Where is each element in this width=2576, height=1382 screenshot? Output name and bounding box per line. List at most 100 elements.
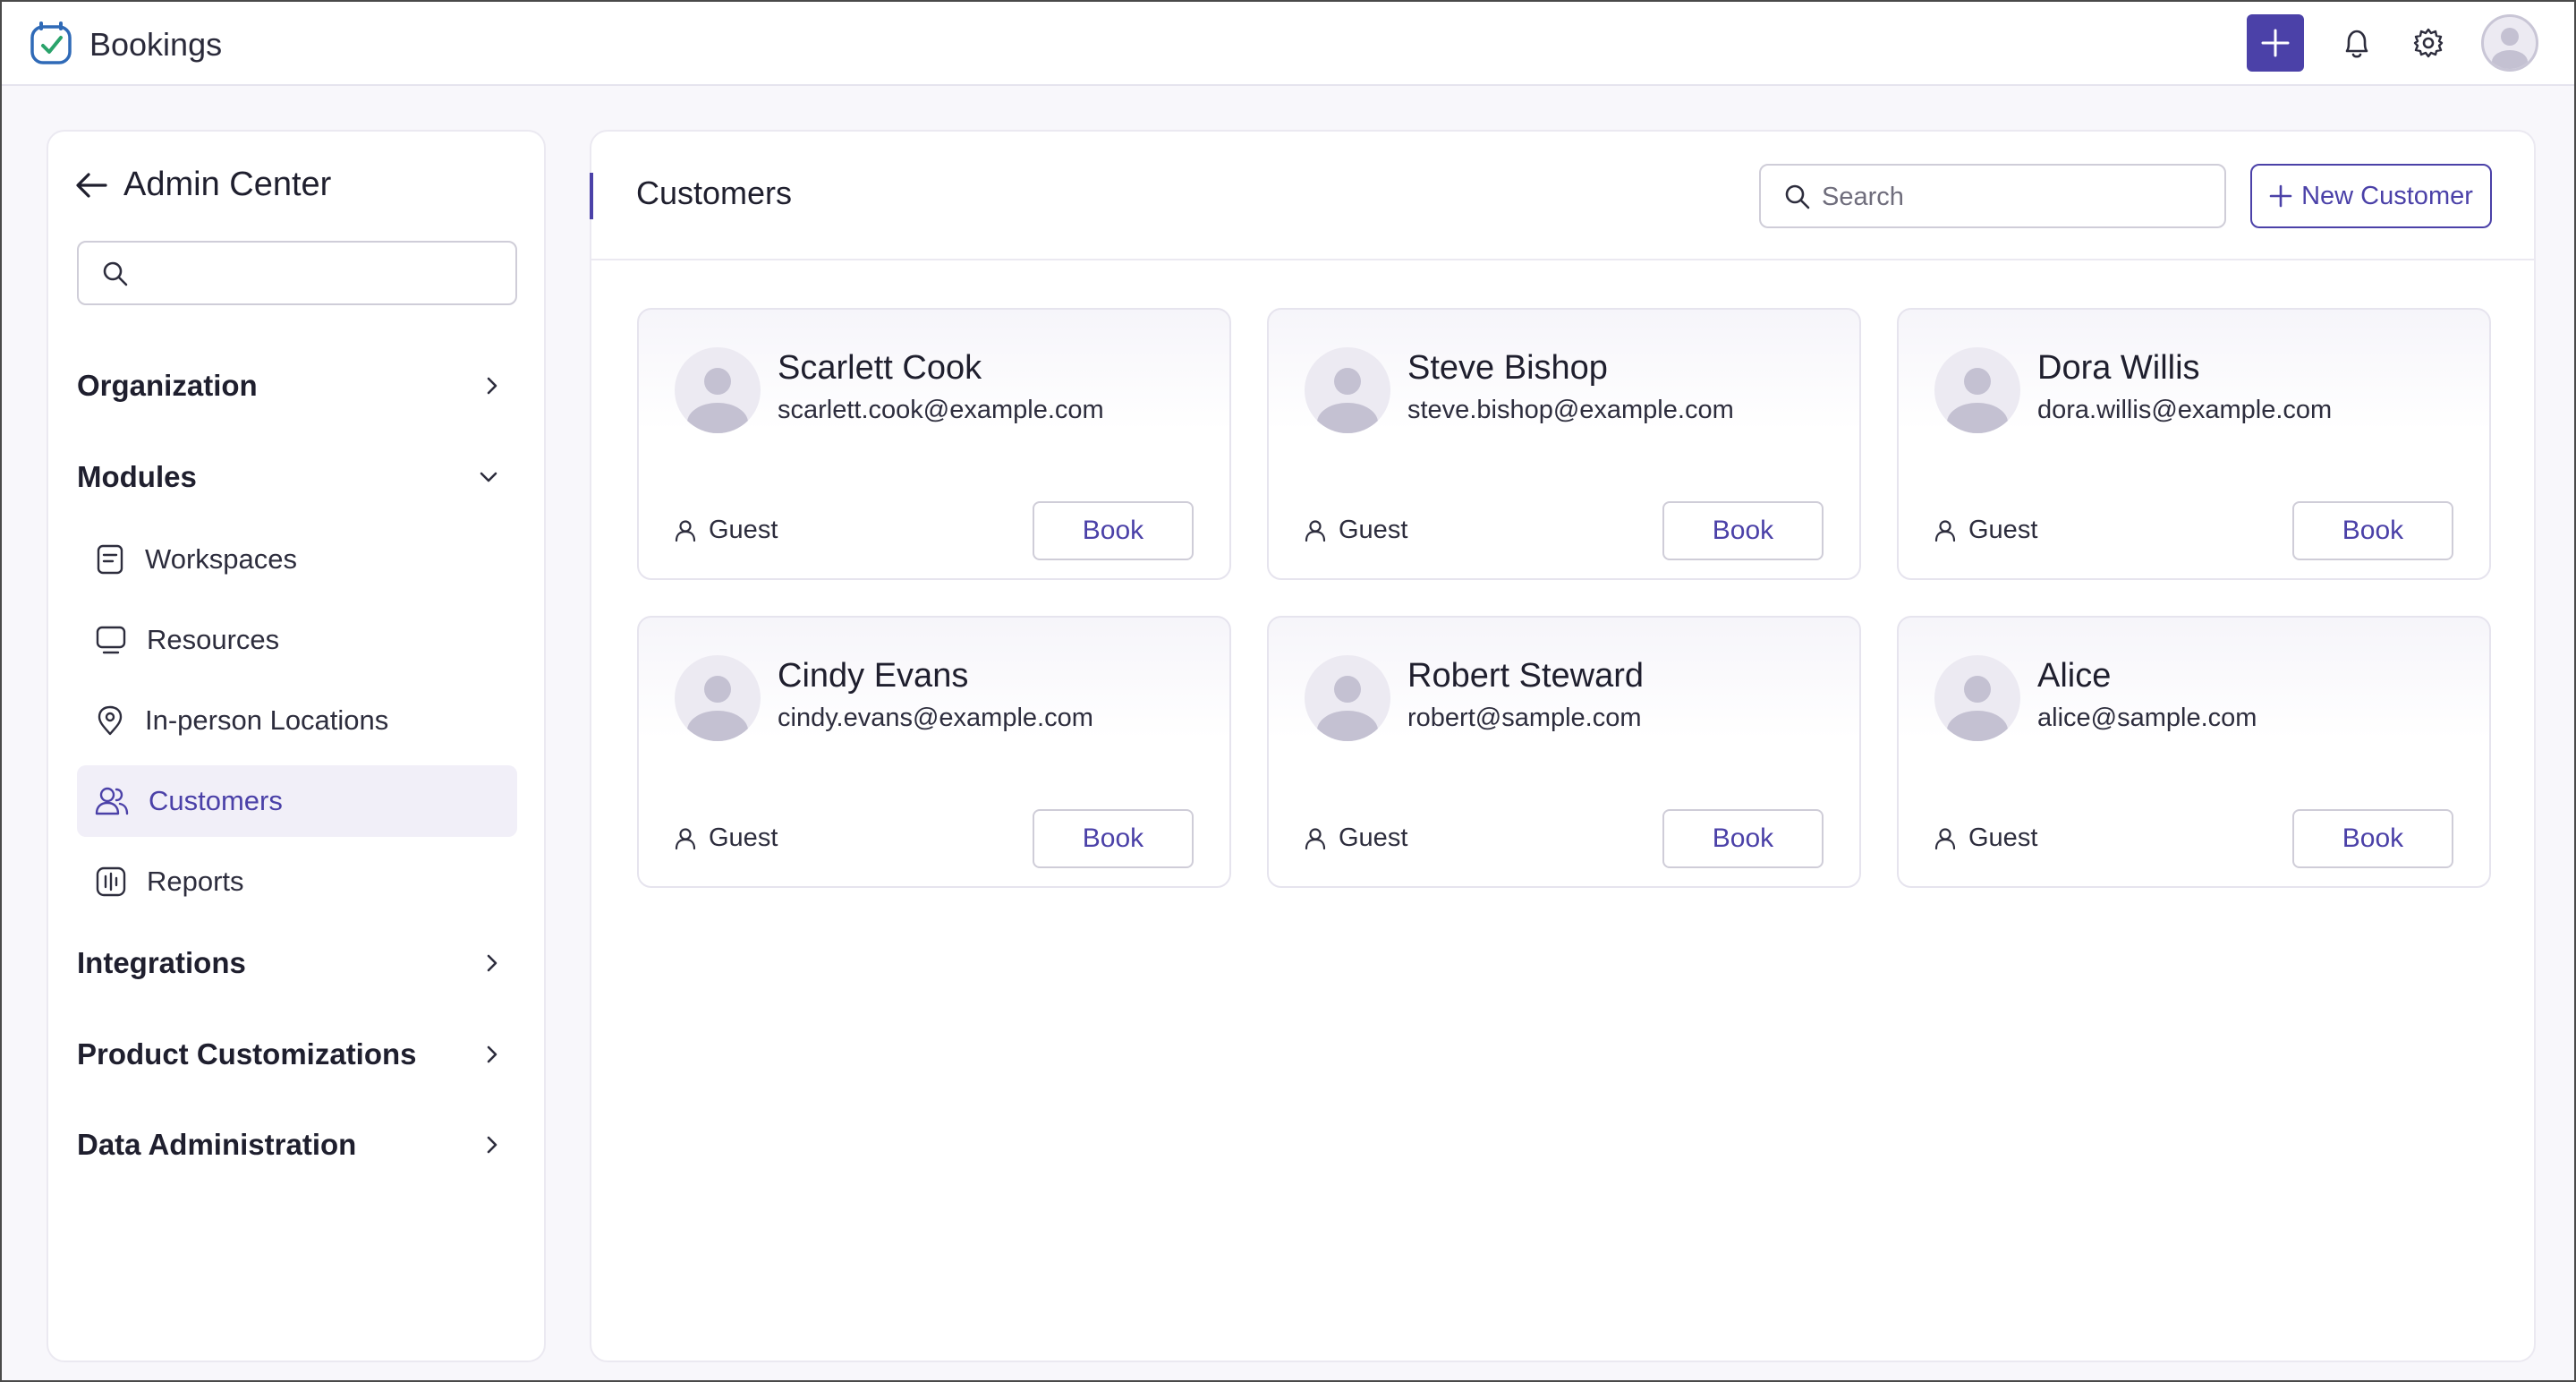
customer-card[interactable]: Steve Bishop steve.bishop@example.com Gu… bbox=[1267, 308, 1861, 580]
user-icon bbox=[1305, 519, 1326, 542]
book-button[interactable]: Book bbox=[1662, 501, 1824, 560]
user-avatar[interactable] bbox=[2481, 14, 2538, 72]
user-icon bbox=[1934, 519, 1956, 542]
app-title: Bookings bbox=[89, 25, 223, 63]
customer-email: steve.bishop@example.com bbox=[1407, 396, 1734, 424]
bookings-logo-icon bbox=[29, 18, 73, 71]
role-label: Guest bbox=[709, 516, 778, 544]
new-customer-label: New Customer bbox=[2301, 181, 2473, 210]
user-avatar-icon bbox=[1947, 368, 2008, 433]
role-label: Guest bbox=[1339, 516, 1408, 544]
search-icon bbox=[1785, 184, 1810, 209]
customer-role: Guest bbox=[675, 516, 778, 545]
sidebar-title: Admin Center bbox=[123, 166, 332, 203]
chevron-right-icon bbox=[487, 954, 497, 972]
customer-role: Guest bbox=[1305, 823, 1407, 853]
user-avatar-icon bbox=[1317, 368, 1378, 433]
book-button[interactable]: Book bbox=[2292, 809, 2453, 868]
sidebar-item-label: Resources bbox=[147, 624, 280, 655]
customer-card[interactable]: Dora Willis dora.willis@example.com Gues… bbox=[1897, 308, 2491, 580]
customer-avatar bbox=[675, 347, 761, 433]
brand[interactable]: Bookings bbox=[29, 18, 222, 71]
panel-header: Customers New Customer bbox=[590, 132, 2534, 260]
bell-icon bbox=[2345, 30, 2368, 58]
customer-card[interactable]: Cindy Evans cindy.evans@example.com Gues… bbox=[637, 616, 1231, 888]
section-label: Data Administration bbox=[77, 1128, 357, 1161]
notifications-button[interactable] bbox=[2338, 24, 2376, 62]
customer-name: Cindy Evans bbox=[778, 657, 969, 695]
customers-panel: Customers New Customer Scarlett Cook sca… bbox=[590, 130, 2536, 1362]
customer-email: cindy.evans@example.com bbox=[778, 704, 1093, 732]
customer-email: robert@sample.com bbox=[1407, 704, 1642, 732]
back-to-admin-center[interactable]: Admin Center bbox=[75, 166, 331, 204]
sidebar-item-workspaces[interactable]: Workspaces bbox=[77, 524, 517, 595]
sidebar-item-label: In-person Locations bbox=[145, 704, 389, 736]
customer-avatar bbox=[675, 655, 761, 741]
customer-avatar bbox=[1305, 655, 1390, 741]
user-icon bbox=[1934, 827, 1956, 849]
customer-search[interactable] bbox=[1759, 164, 2226, 228]
customer-role: Guest bbox=[1305, 516, 1407, 545]
book-button[interactable]: Book bbox=[1033, 809, 1194, 868]
users-icon bbox=[95, 787, 129, 815]
location-pin-icon bbox=[98, 705, 123, 736]
customer-role: Guest bbox=[1934, 516, 2037, 545]
sidebar-item-customers[interactable]: Customers bbox=[77, 765, 517, 837]
customer-card[interactable]: Scarlett Cook scarlett.cook@example.com … bbox=[637, 308, 1231, 580]
user-avatar-icon bbox=[1317, 676, 1378, 741]
sidebar-section-data-administration[interactable]: Data Administration bbox=[77, 1118, 517, 1172]
sidebar-section-product-customizations[interactable]: Product Customizations bbox=[77, 1028, 517, 1081]
sidebar-item-in-person-locations[interactable]: In-person Locations bbox=[77, 685, 517, 756]
user-avatar-icon bbox=[687, 676, 748, 741]
section-label: Organization bbox=[77, 369, 258, 402]
section-label: Modules bbox=[77, 460, 197, 493]
plus-icon bbox=[2261, 29, 2290, 57]
book-button[interactable]: Book bbox=[1662, 809, 1824, 868]
sidebar-item-reports[interactable]: Reports bbox=[77, 846, 517, 917]
chevron-right-icon bbox=[487, 377, 497, 395]
top-bar: Bookings bbox=[2, 2, 2574, 86]
customer-card[interactable]: Robert Steward robert@sample.com Guest B… bbox=[1267, 616, 1861, 888]
customer-name: Robert Steward bbox=[1407, 657, 1645, 695]
customer-avatar bbox=[1934, 347, 2020, 433]
section-label: Product Customizations bbox=[77, 1037, 417, 1071]
chevron-right-icon bbox=[487, 1136, 497, 1154]
user-avatar-icon bbox=[2492, 28, 2528, 69]
user-icon bbox=[1305, 827, 1326, 849]
customer-role: Guest bbox=[1934, 823, 2037, 853]
sidebar-item-label: Customers bbox=[149, 785, 283, 816]
role-label: Guest bbox=[709, 823, 778, 852]
settings-button[interactable] bbox=[2410, 24, 2447, 62]
user-icon bbox=[675, 827, 696, 849]
role-label: Guest bbox=[1339, 823, 1408, 852]
customer-card[interactable]: Alice alice@sample.com Guest Book bbox=[1897, 616, 2491, 888]
customer-name: Scarlett Cook bbox=[778, 349, 982, 387]
monitor-icon bbox=[96, 626, 126, 654]
sidebar-section-modules[interactable]: Modules bbox=[77, 450, 517, 504]
sidebar-item-label: Workspaces bbox=[145, 543, 297, 575]
arrow-left-icon bbox=[76, 172, 107, 198]
chevron-right-icon bbox=[487, 1045, 497, 1063]
sidebar-search[interactable] bbox=[77, 241, 517, 305]
role-label: Guest bbox=[1968, 823, 2038, 852]
add-button[interactable] bbox=[2247, 14, 2304, 72]
report-icon bbox=[96, 866, 126, 897]
customer-name: Steve Bishop bbox=[1407, 349, 1608, 387]
customer-email: alice@sample.com bbox=[2037, 704, 2257, 732]
sidebar-section-integrations[interactable]: Integrations bbox=[77, 936, 517, 990]
search-icon bbox=[103, 261, 128, 286]
customer-name: Alice bbox=[2037, 657, 2112, 695]
customer-name: Dora Willis bbox=[2037, 349, 2200, 387]
book-button[interactable]: Book bbox=[2292, 501, 2453, 560]
new-customer-button[interactable]: New Customer bbox=[2250, 164, 2492, 228]
page-title: Customers bbox=[636, 175, 793, 211]
role-label: Guest bbox=[1968, 516, 2038, 544]
sidebar-search-input[interactable] bbox=[141, 252, 499, 296]
sidebar-item-resources[interactable]: Resources bbox=[77, 604, 517, 676]
sidebar-section-organization[interactable]: Organization bbox=[77, 359, 517, 413]
plus-icon bbox=[2269, 184, 2292, 208]
book-button[interactable]: Book bbox=[1033, 501, 1194, 560]
search-input[interactable] bbox=[1822, 175, 2206, 219]
gear-icon bbox=[2413, 28, 2444, 58]
user-avatar-icon bbox=[687, 368, 748, 433]
